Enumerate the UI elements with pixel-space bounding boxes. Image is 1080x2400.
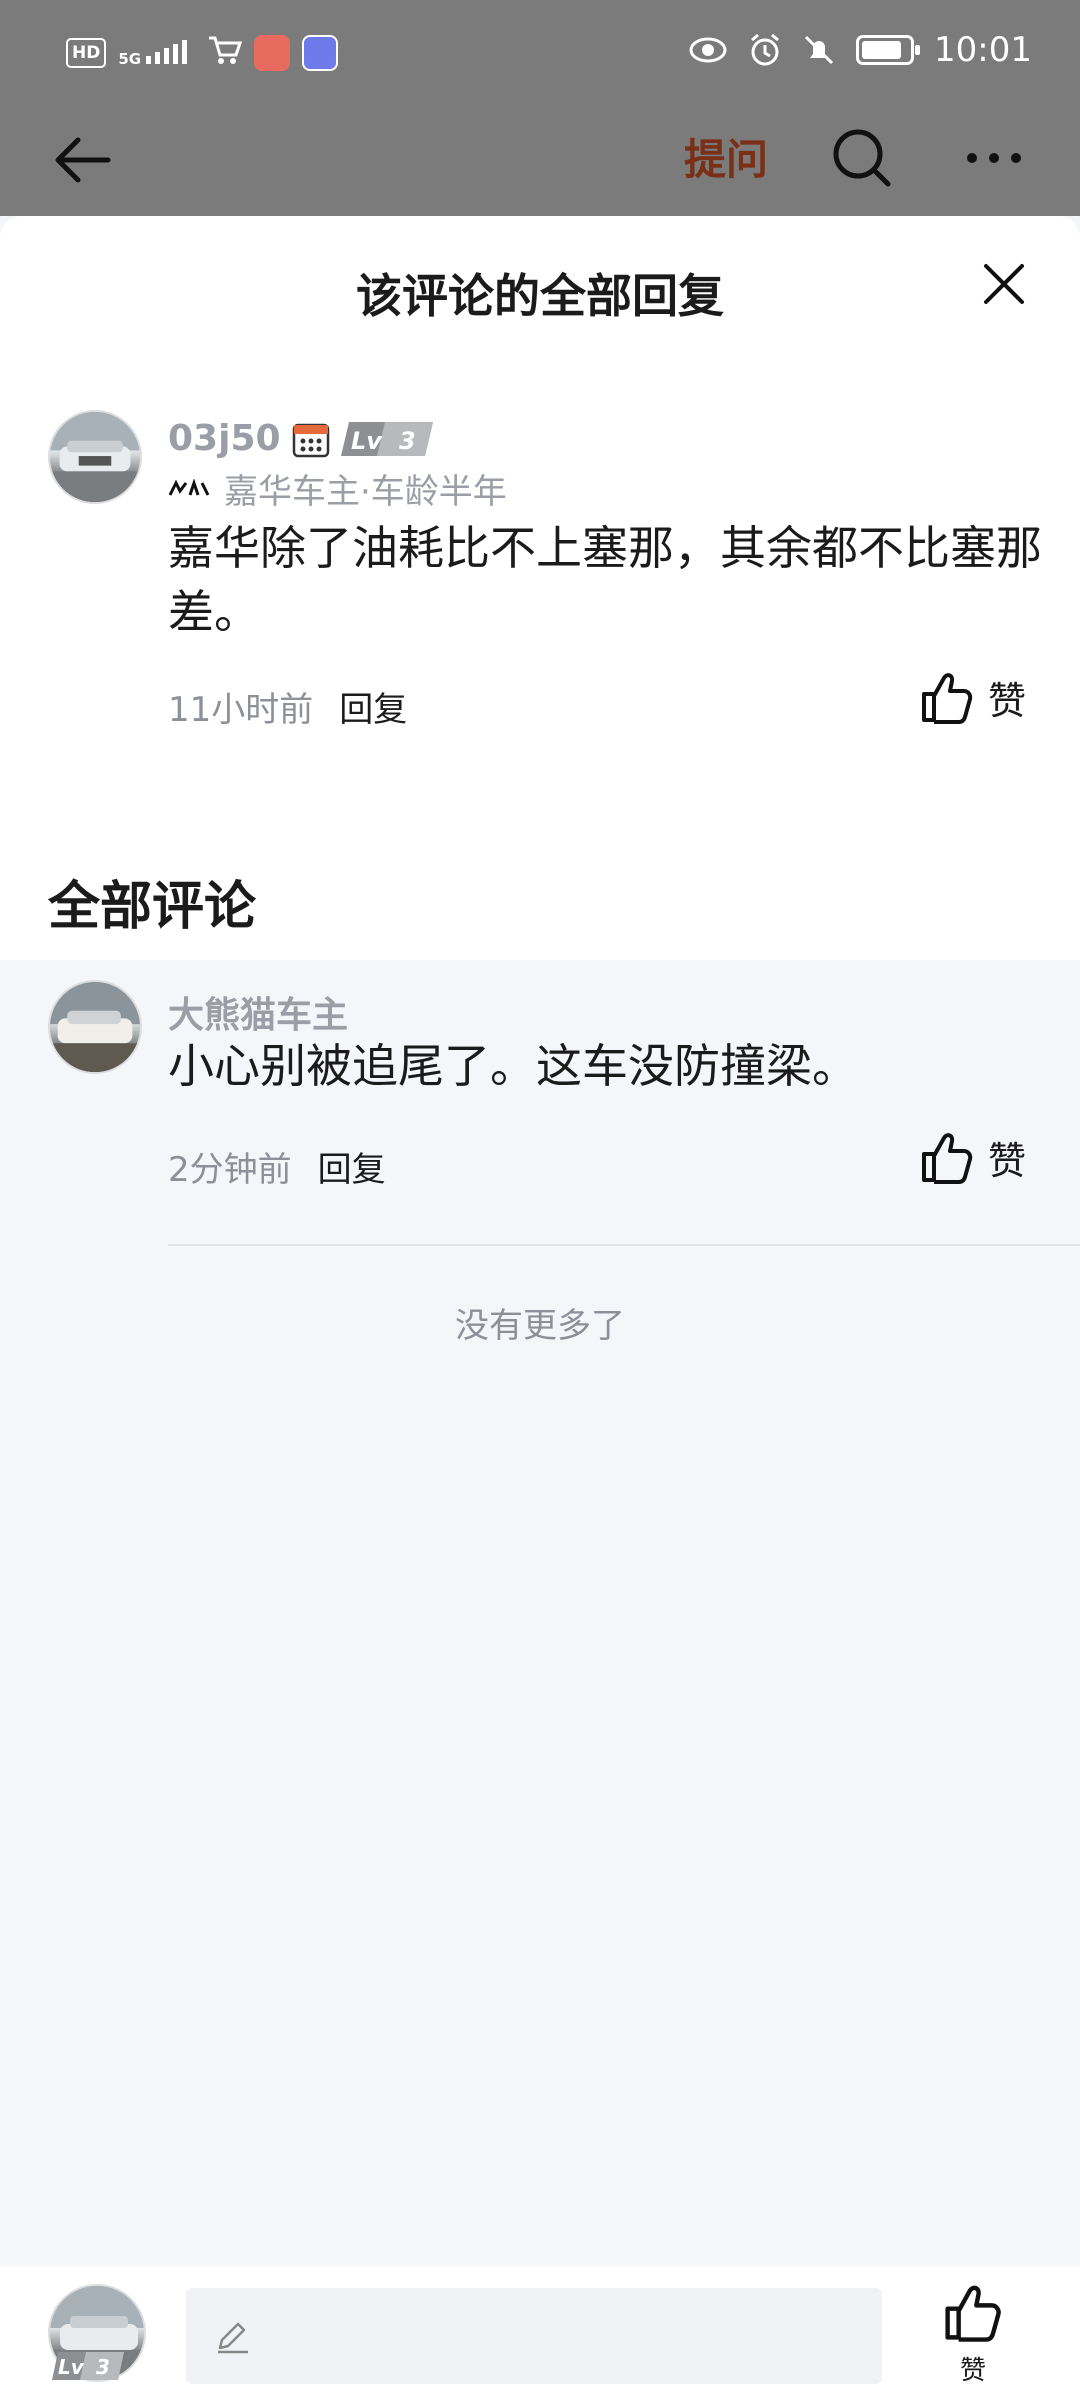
app-icon bbox=[254, 35, 291, 71]
like-label: 赞 bbox=[988, 678, 1027, 723]
level-number: 3 bbox=[96, 2355, 110, 2379]
owner-info-row: 嘉华车主·车龄半年 bbox=[168, 464, 507, 513]
thumbs-up-icon bbox=[922, 1133, 973, 1184]
mute-icon bbox=[804, 35, 834, 65]
more-button[interactable] bbox=[958, 122, 1030, 194]
alarm-icon bbox=[751, 33, 779, 66]
car-photo bbox=[50, 982, 140, 1072]
back-arrow-icon bbox=[55, 137, 111, 183]
music-icon bbox=[302, 35, 339, 71]
comment-meta: 11小时前 回复 bbox=[168, 682, 407, 731]
signal-bars-icon bbox=[146, 40, 188, 64]
eye-icon bbox=[689, 37, 727, 63]
level-number: 3 bbox=[399, 427, 416, 455]
comment-time: 2分钟前 bbox=[168, 1150, 292, 1190]
battery-icon bbox=[856, 35, 921, 65]
user-info-row: 03j50 Lv 3 bbox=[168, 418, 433, 459]
comment-meta: 2分钟前 回复 bbox=[168, 1142, 386, 1191]
owner-label: 嘉华车主·车龄半年 bbox=[224, 472, 507, 512]
status-right: 10:01 bbox=[688, 30, 1032, 70]
thumbs-up-icon bbox=[945, 2285, 1001, 2342]
comment-text: 小心别被追尾了。这车没防撞梁。 bbox=[168, 1039, 858, 1093]
status-left: HD 5G bbox=[66, 32, 339, 74]
signal-label: 5G bbox=[118, 50, 142, 68]
hd-icon: HD bbox=[66, 38, 107, 68]
reply-button[interactable]: 回复 bbox=[318, 1142, 386, 1191]
like-label: 赞 bbox=[988, 1138, 1027, 1183]
replies-sheet: 该评论的全部回复 03j50 Lv 3 嘉华车主·车龄半年 嘉华除了油耗比不上塞那… bbox=[0, 216, 1080, 2266]
bottom-like-button[interactable]: 赞 bbox=[938, 2280, 1008, 2390]
battery-fill bbox=[862, 41, 902, 59]
kia-logo-icon bbox=[168, 478, 210, 496]
like-button[interactable]: 赞 bbox=[918, 668, 1026, 726]
username[interactable]: 大熊猫车主 bbox=[168, 986, 348, 1038]
divider bbox=[168, 1244, 1080, 1246]
calendar-badge-icon bbox=[292, 423, 329, 457]
reply-button[interactable]: 回复 bbox=[339, 682, 407, 731]
level-badge: Lv 3 bbox=[340, 421, 433, 456]
search-icon bbox=[833, 129, 891, 187]
username[interactable]: 03j50 bbox=[168, 418, 281, 459]
sheet-header: 该评论的全部回复 bbox=[0, 216, 1080, 356]
app-header: 提问 bbox=[0, 104, 1080, 216]
pencil-icon bbox=[218, 2322, 248, 2354]
like-label: 赞 bbox=[959, 2356, 986, 2386]
avatar[interactable] bbox=[48, 410, 142, 504]
car-photo bbox=[50, 412, 140, 502]
cart-icon bbox=[206, 32, 243, 74]
avatar[interactable] bbox=[48, 980, 142, 1074]
bottom-bar: Lv 3 赞 bbox=[0, 2266, 1080, 2400]
comment-text: 嘉华除了油耗比不上塞那，其余都不比塞那差。 bbox=[168, 521, 1042, 639]
level-prefix: Lv bbox=[351, 427, 383, 455]
close-icon bbox=[984, 264, 1024, 304]
status-bar: HD 5G 10:01 bbox=[0, 0, 1080, 104]
signal-icon: 5G bbox=[118, 40, 194, 68]
more-dots-icon bbox=[967, 153, 1021, 163]
comment-input[interactable] bbox=[186, 2288, 882, 2384]
all-comments-title: 全部评论 bbox=[48, 877, 257, 937]
end-of-list-text: 没有更多了 bbox=[455, 1306, 625, 1346]
thumbs-up-icon bbox=[922, 673, 973, 724]
like-button[interactable]: 赞 bbox=[918, 1128, 1026, 1186]
search-button[interactable] bbox=[826, 122, 898, 194]
close-button[interactable] bbox=[978, 258, 1030, 310]
level-prefix: Lv bbox=[58, 2355, 85, 2379]
sheet-title: 该评论的全部回复 bbox=[356, 269, 724, 323]
clock: 10:01 bbox=[934, 30, 1032, 70]
back-button[interactable] bbox=[48, 124, 120, 196]
level-badge: Lv 3 bbox=[52, 2352, 124, 2380]
comment-time: 11小时前 bbox=[168, 690, 314, 730]
ask-question-link[interactable]: 提问 bbox=[684, 124, 768, 196]
